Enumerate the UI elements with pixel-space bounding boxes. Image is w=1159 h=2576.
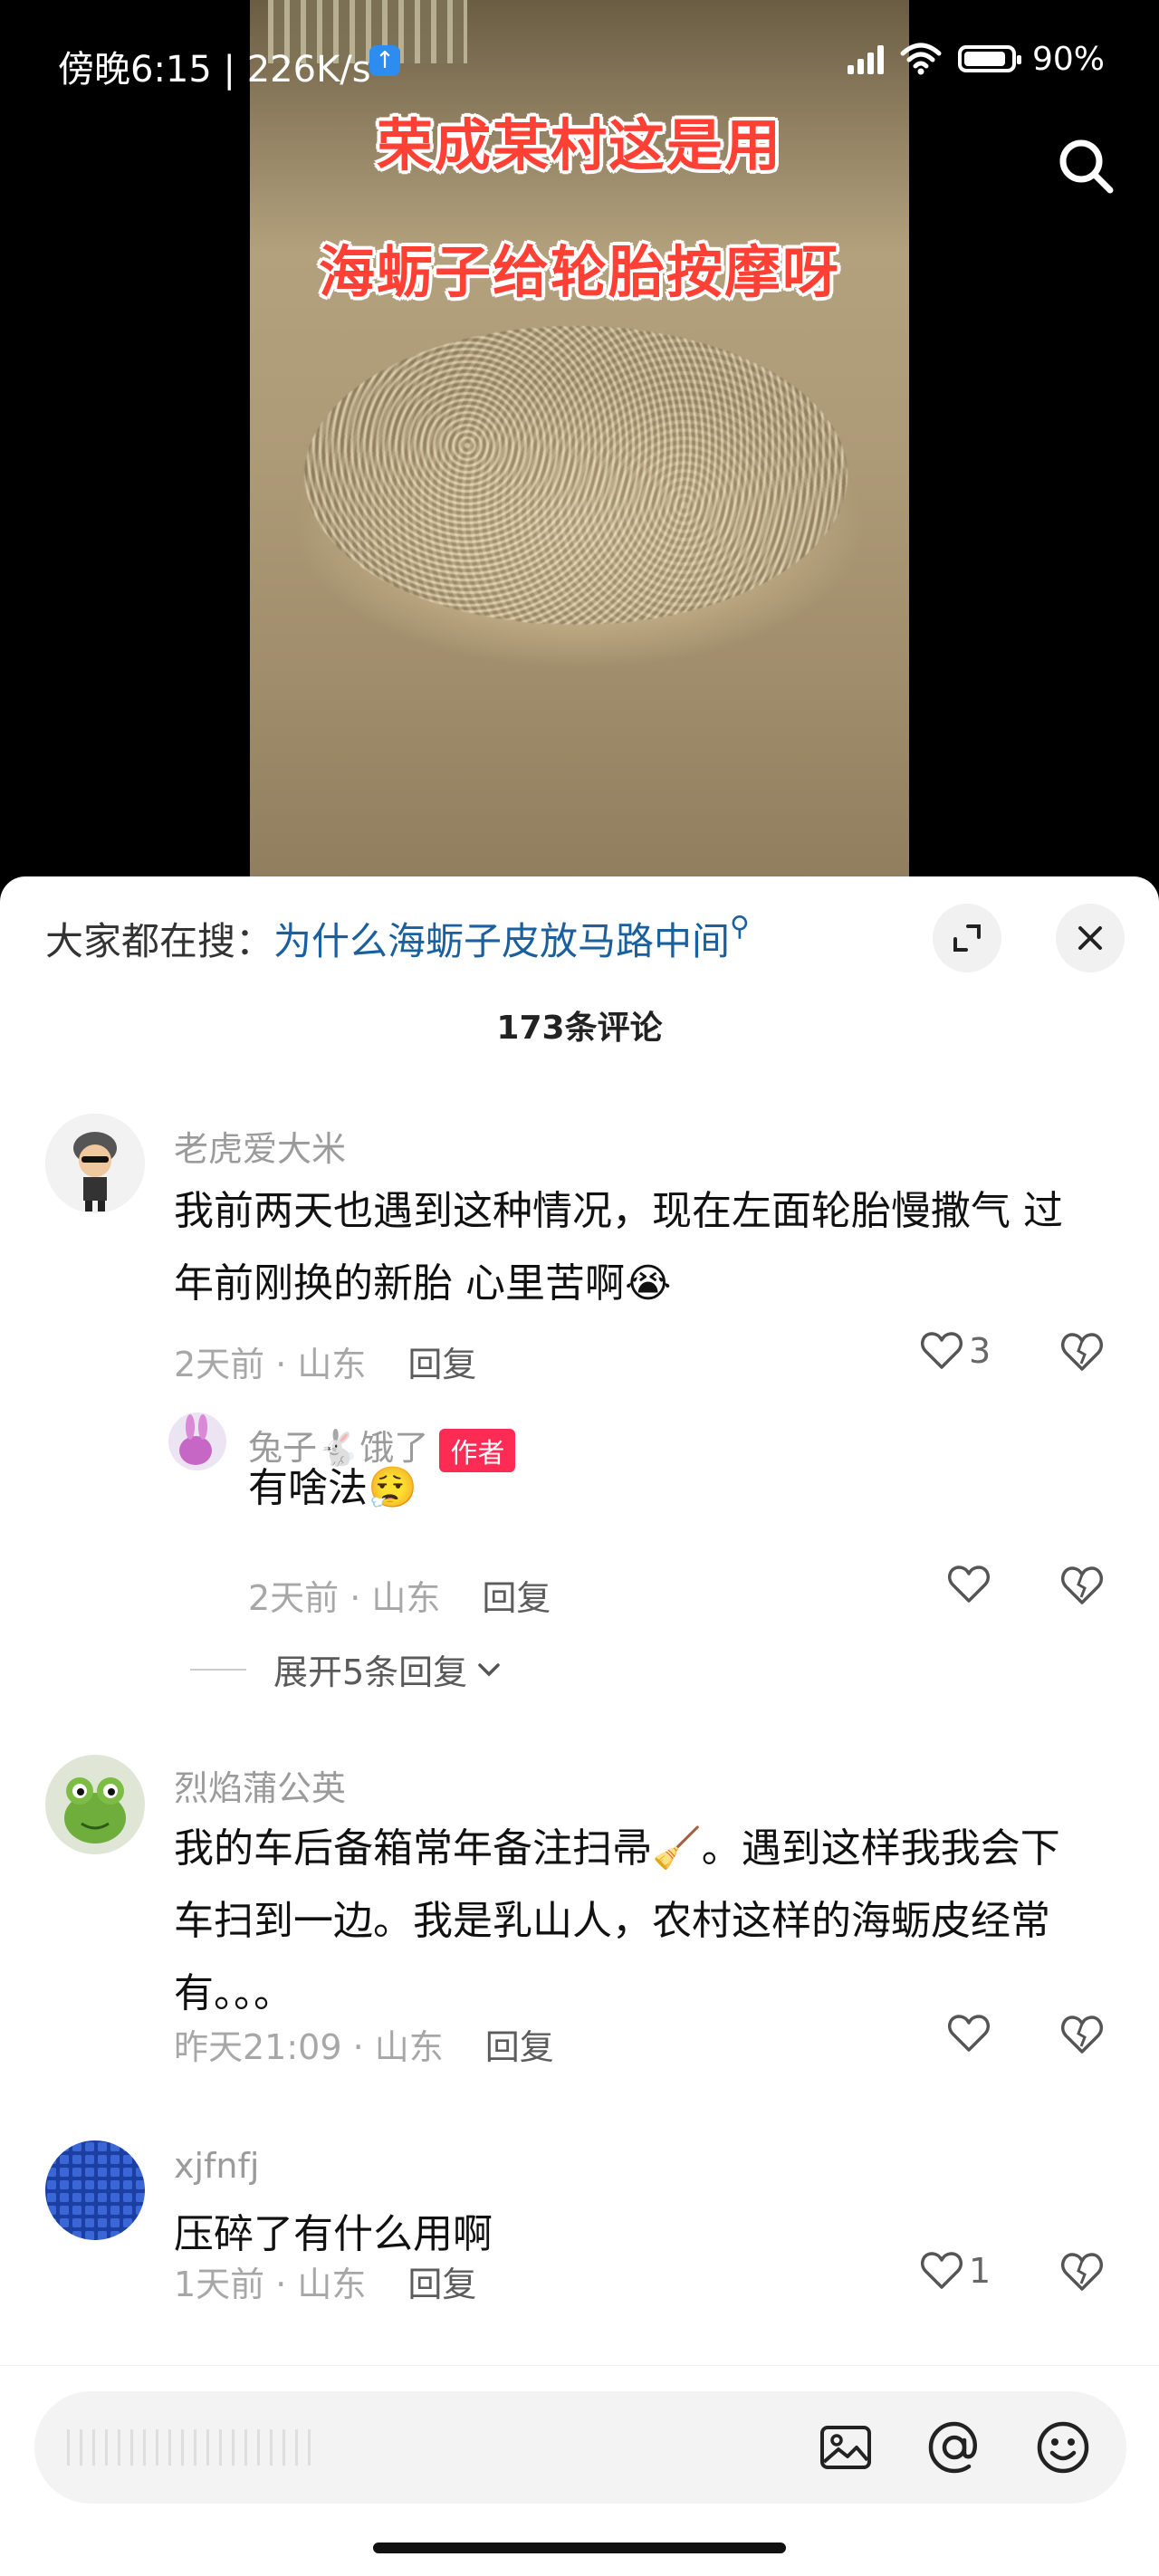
comment-text-line: 车扫到一边。我是乳山人，农村这样的海蛎皮经常 (174, 1898, 1050, 1944)
avatar[interactable] (168, 1412, 226, 1470)
status-bar: 傍晚6:15 | 226K/s ↑ 90% (0, 0, 1159, 127)
like-button[interactable]: 1 (920, 2251, 991, 2291)
comment-time-location: 昨天21:09 · 山东 (174, 2027, 444, 2067)
comment-meta: 2天前 · 山东 回复 (248, 1570, 551, 1620)
reply-button[interactable]: 回复 (407, 2265, 476, 2304)
comment-text-line: 我前两天也遇到这种情况，现在左面轮胎慢撒气 过 (174, 1188, 1063, 1234)
video-caption-line2: 海蛎子给轮胎按摩呀 (318, 239, 840, 305)
dislike-icon[interactable] (1059, 2251, 1105, 2293)
comment-input-placeholder (67, 2429, 311, 2474)
dislike-icon[interactable] (1059, 1331, 1105, 1373)
image-icon[interactable] (813, 2415, 878, 2480)
chevron-down-icon (478, 1662, 500, 1676)
author-badge: 作者 (439, 1428, 516, 1472)
comment-time-location: 2天前 · 山东 (248, 1578, 441, 1618)
comment-text: 我的车后备箱常年备注扫帚🧹。遇到这样我我会下 车扫到一边。我是乳山人，农村这样的… (174, 1813, 1134, 2030)
at-icon[interactable] (922, 2415, 987, 2480)
wifi-icon (900, 43, 942, 75)
close-icon (1078, 926, 1102, 950)
comment-time-location: 2天前 · 山东 (174, 1345, 367, 1384)
hot-search-link[interactable]: 为什么海蛎子皮放马路中间 (273, 919, 730, 963)
hot-search-bar[interactable]: 大家都在搜：为什么海蛎子皮放马路中间⚲ (45, 911, 750, 966)
comment-time-location: 1天前 · 山东 (174, 2265, 367, 2304)
like-count: 3 (969, 1331, 991, 1371)
search-icon[interactable] (1054, 134, 1117, 197)
search-small-icon: ⚲ (730, 911, 751, 943)
comment-username[interactable]: 老虎爱大米 (174, 1121, 346, 1171)
video-player[interactable]: 荣成某村这是用 海蛎子给轮胎按摩呀 (0, 0, 1159, 905)
comment-username[interactable]: xjfnfj (174, 2146, 259, 2186)
home-indicator[interactable] (373, 2542, 786, 2553)
reply-button[interactable]: 回复 (485, 2027, 554, 2067)
reply-button[interactable]: 回复 (482, 1578, 551, 1618)
comment-input[interactable] (34, 2391, 1126, 2504)
like-count: 1 (969, 2251, 991, 2291)
avatar-rabbit-icon (168, 1412, 226, 1470)
avatar[interactable] (45, 1755, 145, 1854)
comments-sheet: 大家都在搜：为什么海蛎子皮放马路中间⚲ 173条评论 老虎爱大米 我前两天也遇到… (0, 876, 1159, 2575)
comment-count: 173条评论 (496, 1010, 663, 1047)
close-button[interactable] (1056, 904, 1125, 972)
like-button[interactable]: 3 (920, 1331, 991, 1371)
comment-text: 有啥法😮‍💨 (248, 1465, 417, 1511)
dislike-icon[interactable] (1059, 2014, 1105, 2055)
comment-text-line: 年前刚换的新胎 心里苦啊😭 (174, 1260, 672, 1307)
expand-replies-button[interactable]: 展开5条回复 (190, 1644, 503, 1694)
blurred-placeholder (67, 2429, 311, 2466)
heart-icon (921, 1332, 963, 1369)
reply-button[interactable]: 回复 (407, 1345, 476, 1384)
signal-icon (847, 43, 884, 74)
heart-icon (921, 2252, 963, 2289)
comment-meta: 昨天21:09 · 山东 回复 (174, 2019, 554, 2069)
avatar[interactable] (45, 1114, 145, 1213)
status-right: 90% (847, 36, 1105, 81)
expand-icon (953, 924, 981, 952)
comment-text-line: 我的车后备箱常年备注扫帚🧹。遇到这样我我会下 (174, 1825, 1060, 1872)
battery-percent: 90% (1031, 40, 1105, 78)
comment-text: 我前两天也遇到这种情况，现在左面轮胎慢撒气 过 年前刚换的新胎 心里苦啊😭 (174, 1175, 1134, 1320)
divider (190, 1668, 246, 1671)
comment-username[interactable]: 烈焰蒲公英 (174, 1760, 346, 1810)
emoji-icon[interactable] (1030, 2415, 1096, 2480)
like-button[interactable] (947, 1565, 996, 1604)
status-time: 傍晚6:15 | 226K/s (58, 49, 371, 91)
upload-icon: ↑ (369, 45, 400, 76)
like-button[interactable] (947, 2014, 996, 2054)
video-scene-oyster-shells (304, 326, 848, 625)
comment-meta: 2天前 · 山东 回复 (174, 1336, 476, 1386)
dislike-icon[interactable] (1059, 1565, 1105, 1606)
heart-icon (948, 2015, 990, 2052)
avatar[interactable] (45, 2140, 145, 2240)
video-frame[interactable]: 荣成某村这是用 海蛎子给轮胎按摩呀 (250, 0, 909, 905)
avatar-man-sunglasses-icon (45, 1114, 145, 1213)
heart-icon (948, 1566, 990, 1603)
expand-button[interactable] (933, 904, 1001, 972)
comment-meta: 1天前 · 山东 回复 (174, 2256, 476, 2306)
hot-search-label: 大家都在搜： (45, 919, 274, 963)
avatar-blue-pattern-icon (45, 2140, 145, 2240)
avatar-frog-icon (45, 1755, 145, 1854)
battery-icon (957, 45, 1021, 72)
expand-replies-label: 展开5条回复 (273, 1652, 468, 1692)
